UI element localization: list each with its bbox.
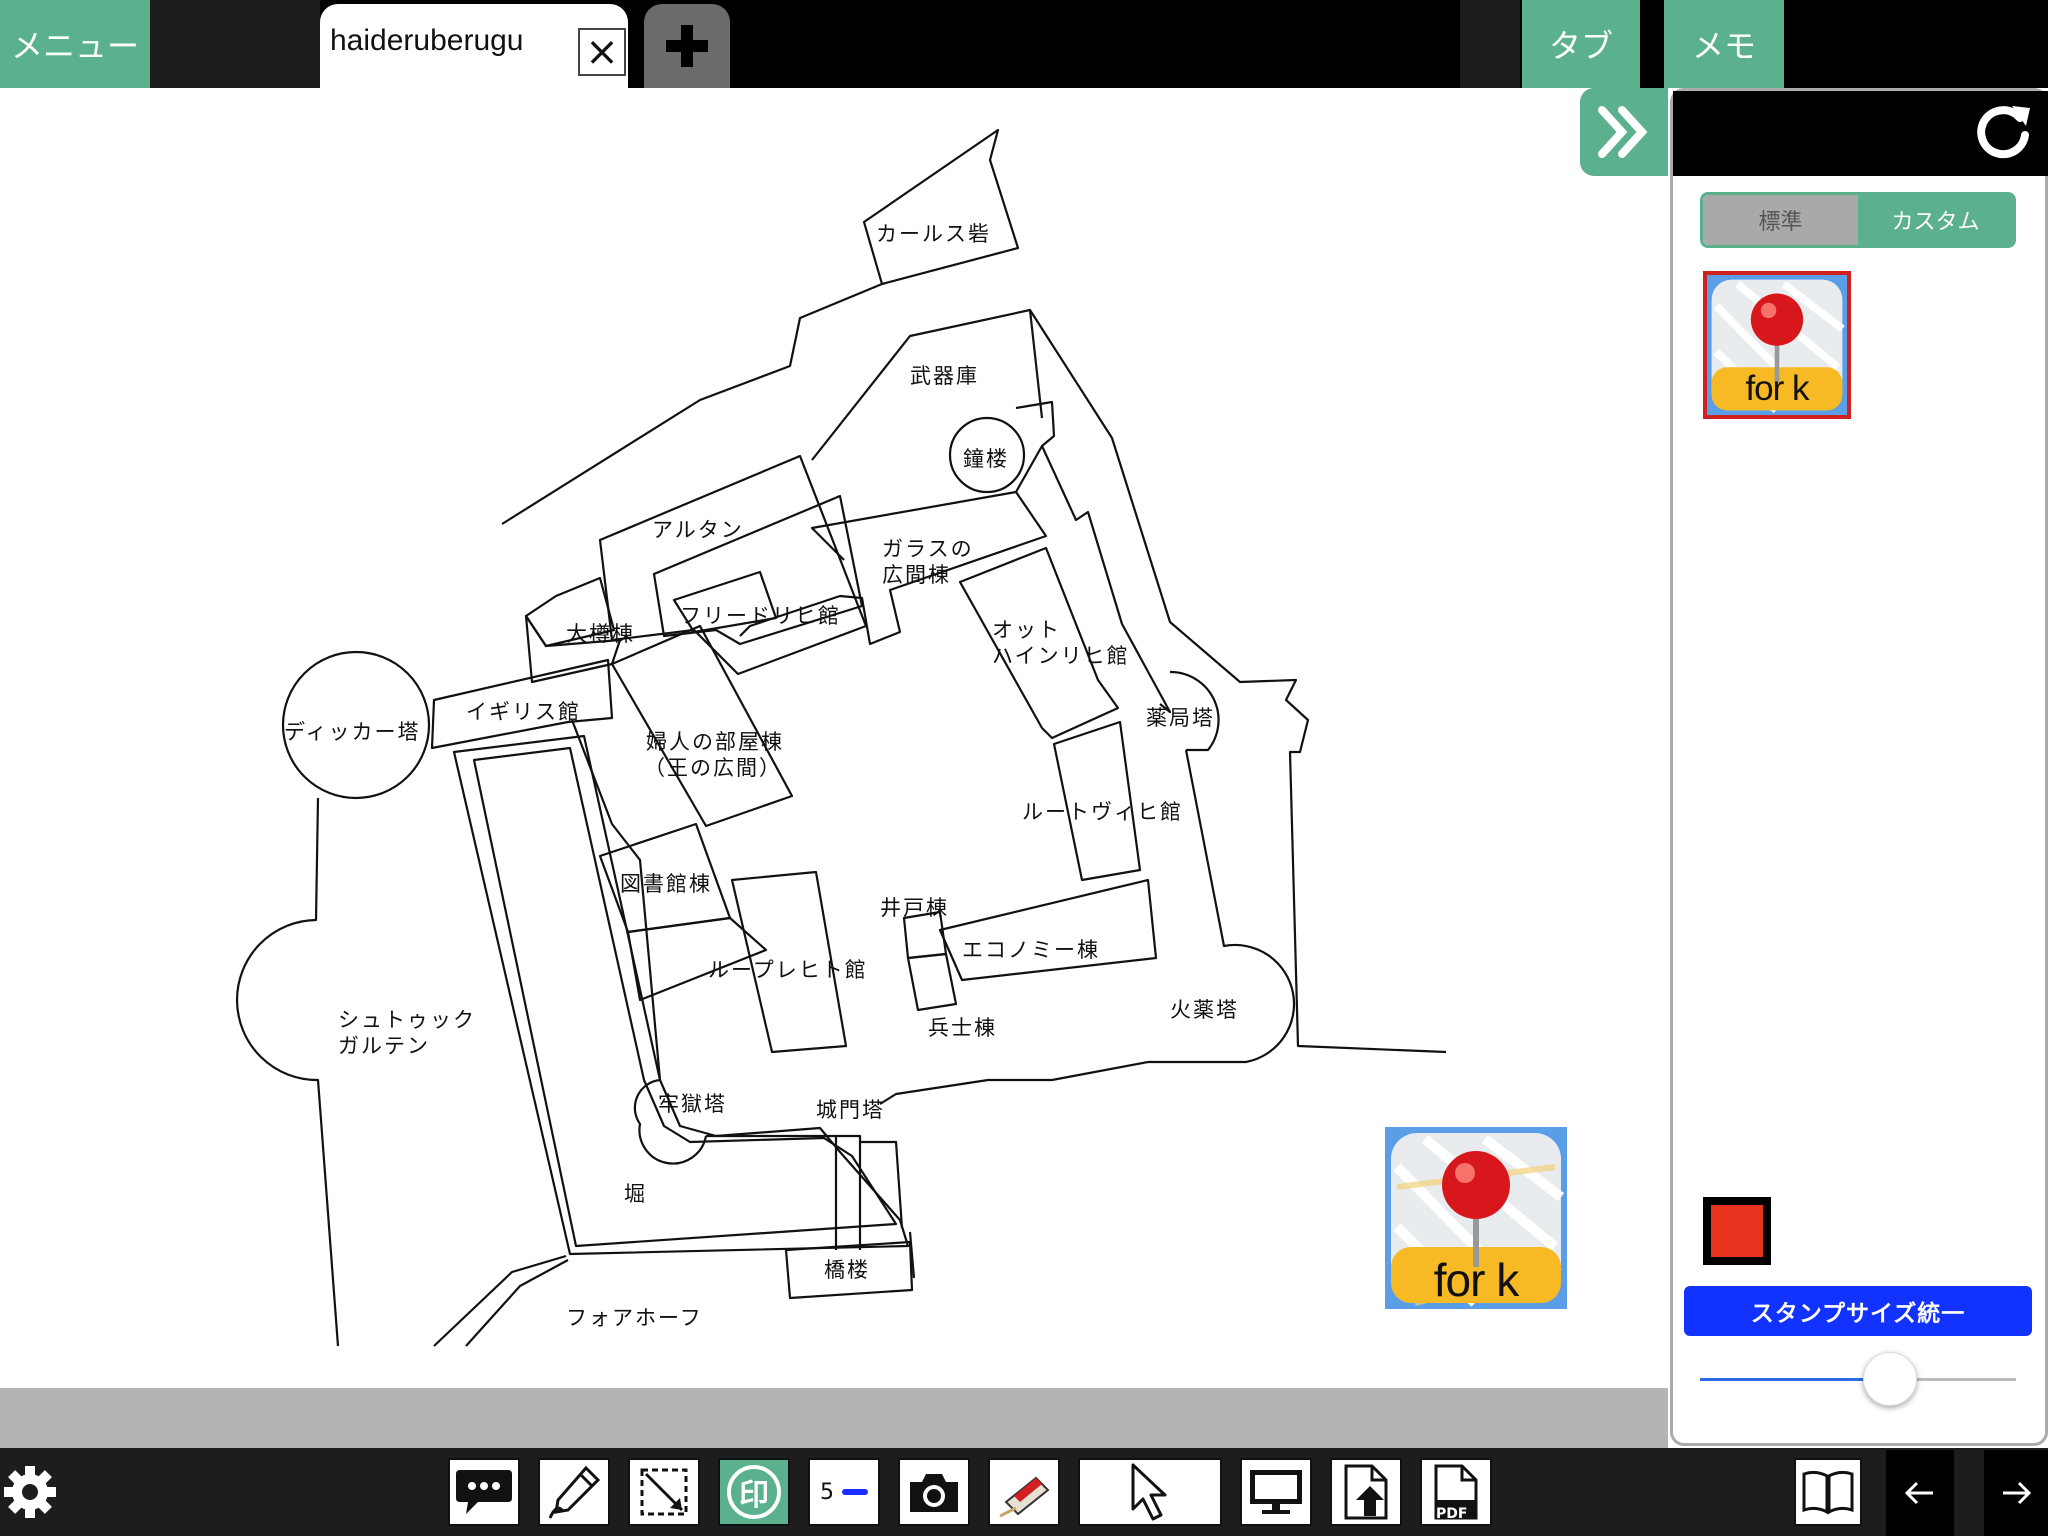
document-tab-label: haideruberugu [330,24,524,57]
settings-button[interactable] [0,1452,60,1532]
map-label: 薬局塔 [1146,706,1215,730]
pen-tool-button[interactable] [538,1458,610,1526]
map-label: 井戸棟 [880,896,949,920]
map-label: 橋楼 [824,1258,870,1282]
map-label: アルタン [652,518,744,542]
map-label: イギリス館 [466,700,581,724]
arrow-left-icon [1904,1481,1933,1505]
line-color-indicator [842,1489,868,1495]
map-label: 堀 [624,1182,647,1206]
map-label: ディッカー塔 [284,720,421,744]
refresh-icon [1977,106,2030,159]
book-view-button[interactable] [1794,1458,1862,1526]
speech-bubble-icon [456,1470,512,1514]
map-label: 武器庫 [910,364,979,388]
line-width-button[interactable]: 5 [808,1458,880,1526]
previous-page-button[interactable] [1886,1450,1954,1536]
export-button[interactable] [1330,1458,1402,1526]
map-label: 兵士棟 [928,1016,997,1040]
comment-tool-button[interactable] [448,1458,520,1526]
map-label: 図書館棟 [620,872,712,896]
top-bar-spacer [1460,0,1520,88]
pdf-label: PDF [1436,1506,1468,1522]
size-slider-thumb[interactable] [1862,1352,1917,1406]
collapse-panel-button[interactable] [1580,88,1668,176]
eraser-icon [999,1476,1050,1518]
map-label: カールス砦 [876,222,991,246]
map-stamp-text: for k [1433,1254,1519,1306]
map-label: エコノミー棟 [962,938,1100,962]
add-tab-button[interactable] [644,4,730,88]
stamp-icon: 印 [727,1465,781,1519]
pencil-icon [548,1465,601,1519]
size-slider-track-filled [1700,1378,1890,1381]
pointer-tool-button[interactable] [1078,1458,1222,1526]
crop-select-icon [640,1468,688,1516]
map-label: 大樽棟 [566,622,635,646]
cursor-arrow-icon [1131,1463,1167,1521]
monitor-icon [1250,1470,1302,1514]
stamp-color-fill [1711,1205,1763,1257]
castle-map-drawing [235,128,1447,1347]
selection-tool-button[interactable] [628,1458,700,1526]
refresh-button[interactable] [1970,100,2036,166]
menu-button[interactable]: メニュー [0,0,150,88]
tab-custom[interactable]: カスタム [1858,195,2013,245]
gear-icon [4,1466,56,1518]
plus-icon [666,25,708,67]
unify-stamp-size-button[interactable]: スタンプサイズ統一 [1684,1286,2032,1336]
camera-button[interactable] [898,1458,970,1526]
line-width-value: 5 [820,1479,834,1505]
next-page-button[interactable] [1984,1450,2048,1536]
map-label: ガルテン [338,1034,430,1058]
map-label: ハインリヒ館 [992,644,1130,668]
memo-button[interactable]: メモ [1664,0,1784,88]
tab-standard[interactable]: 標準 [1703,195,1858,245]
map-label: フリードリヒ館 [680,604,841,628]
map-label: ループレヒト館 [708,958,868,982]
pdf-button[interactable]: PDF [1420,1458,1492,1526]
open-book-icon [1802,1470,1854,1515]
export-file-icon [1344,1464,1388,1520]
camera-icon [910,1474,958,1512]
tab-strip-spacer [150,0,320,88]
double-chevron-right-icon [1598,106,1648,158]
map-label: 牢獄塔 [658,1092,727,1116]
canvas-footer-strip [0,1388,1668,1448]
display-button[interactable] [1240,1458,1312,1526]
placed-map-stamp[interactable]: for k [1385,1127,1567,1309]
stamp-category-toggle: 標準 カスタム [1700,192,2016,248]
eraser-tool-button[interactable] [988,1458,1060,1526]
map-label: 城門塔 [816,1098,885,1122]
close-icon: × [585,29,619,75]
map-label: ルートヴィヒ館 [1022,800,1183,824]
tabs-button[interactable]: タブ [1522,0,1640,88]
custom-stamp-item[interactable]: for k [1703,271,1851,419]
close-tab-button[interactable]: × [578,28,626,76]
map-label: フォアホーフ [566,1306,703,1330]
stamp-tool-button[interactable]: 印 [718,1458,790,1526]
map-label: （王の広間） [644,756,782,780]
map-label: 鐘楼 [963,447,1009,471]
map-label: 火薬塔 [1170,998,1239,1022]
arrow-right-icon [2003,1481,2032,1505]
stamp-item-text: for k [1745,369,1809,408]
map-label: 広間棟 [882,563,951,587]
